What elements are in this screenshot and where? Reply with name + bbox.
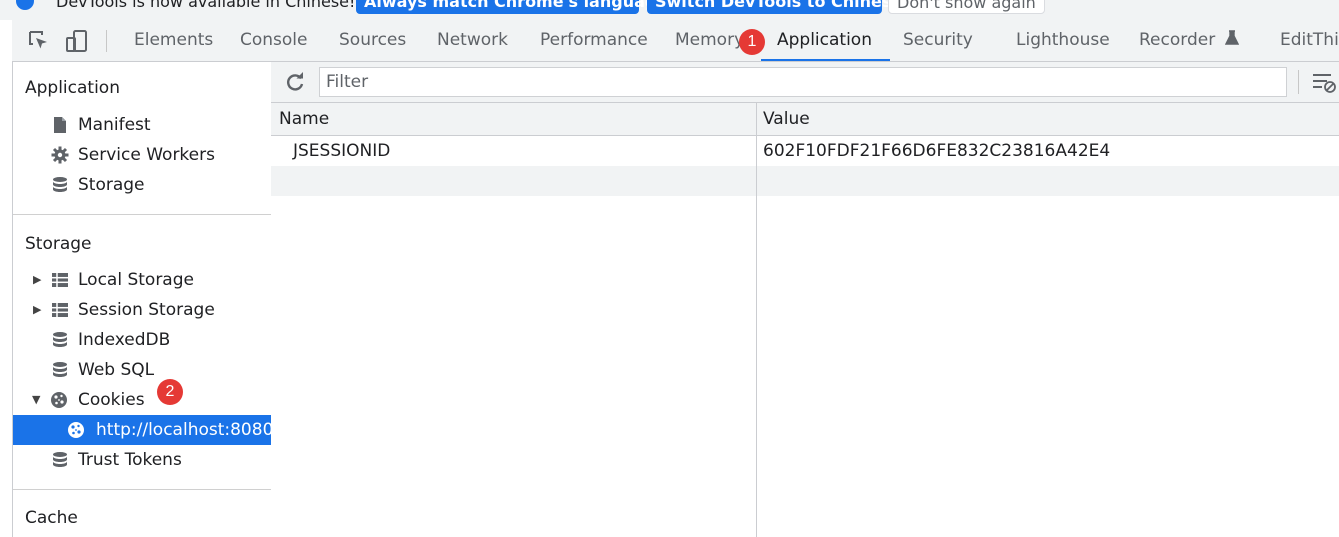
- sidebar-item-session-storage[interactable]: ▶ Session Storage: [13, 295, 271, 325]
- sidebar-section-storage: Storage: [25, 234, 92, 254]
- database-icon: [53, 332, 67, 347]
- annotation-badge-1: 1: [739, 29, 765, 55]
- cookies-table: Name Value JSESSIONID 602F10FDF21F66D6FE…: [271, 103, 1339, 537]
- tab-application[interactable]: Application: [761, 20, 890, 61]
- sidebar-section-cache: Cache: [25, 508, 78, 528]
- sidebar-item-indexeddb[interactable]: IndexedDB: [13, 325, 271, 355]
- tab-memory[interactable]: Memory: [675, 20, 744, 61]
- database-icon: [53, 452, 67, 467]
- cookie-value-cell: 602F10FDF21F66D6FE832C23816A42E4: [763, 141, 1111, 161]
- sidebar-item-label: Session Storage: [78, 300, 215, 320]
- tab-recorder[interactable]: Recorder: [1139, 20, 1239, 61]
- inspect-icon[interactable]: [26, 28, 52, 54]
- cookie-icon: [68, 422, 84, 438]
- column-header-name[interactable]: Name: [279, 103, 329, 135]
- table-row[interactable]: JSESSIONID 602F10FDF21F66D6FE832C23816A4…: [271, 136, 1339, 166]
- sidebar-item-trust-tokens[interactable]: Trust Tokens: [13, 445, 271, 475]
- cookie-name-cell: JSESSIONID: [293, 141, 391, 161]
- tab-editthis[interactable]: EditThis: [1280, 20, 1339, 61]
- file-icon: [54, 117, 66, 133]
- sidebar-item-label: http://localhost:8080: [96, 420, 274, 440]
- devtools-tab-bar: Elements Console Sources Network Perform…: [12, 20, 1339, 62]
- sidebar-item-service-workers[interactable]: Service Workers: [13, 140, 271, 170]
- tab-elements[interactable]: Elements: [134, 20, 213, 61]
- sidebar-item-label: Service Workers: [78, 145, 215, 165]
- tab-lighthouse[interactable]: Lighthouse: [1016, 20, 1110, 61]
- tab-recorder-label: Recorder: [1139, 30, 1216, 50]
- tab-sources[interactable]: Sources: [339, 20, 406, 61]
- database-icon: [53, 362, 67, 377]
- tab-security[interactable]: Security: [903, 20, 973, 61]
- sidebar-divider: [13, 214, 271, 215]
- cookies-panel: Name Value JSESSIONID 602F10FDF21F66D6FE…: [271, 62, 1339, 537]
- sidebar-divider: [13, 489, 271, 490]
- sidebar-item-label: IndexedDB: [78, 330, 171, 350]
- tab-console[interactable]: Console: [240, 20, 308, 61]
- filter-input[interactable]: [319, 67, 1287, 97]
- annotation-badge-2: 2: [157, 379, 183, 405]
- match-language-button[interactable]: Always match Chrome's language: [356, 0, 667, 14]
- sidebar-item-label: Local Storage: [78, 270, 194, 290]
- sidebar-item-label: Cookies: [78, 390, 145, 410]
- sidebar-item-web-sql[interactable]: Web SQL: [13, 355, 271, 385]
- language-banner: DevTools is now available in Chinese! Al…: [0, 0, 1339, 20]
- flask-icon: [1224, 30, 1239, 45]
- sidebar-item-label: Trust Tokens: [78, 450, 182, 470]
- toolbar-separator: [106, 30, 107, 52]
- database-icon: [53, 177, 67, 192]
- gear-icon: [51, 146, 69, 164]
- refresh-icon[interactable]: [284, 71, 306, 93]
- tab-performance[interactable]: Performance: [540, 20, 648, 61]
- sidebar-section-application: Application: [25, 78, 120, 98]
- switch-to-chinese-button[interactable]: Switch DevTools to Chinese: [647, 0, 902, 14]
- cookie-icon: [51, 392, 67, 408]
- banner-message: DevTools is now available in Chinese!: [56, 0, 356, 11]
- dont-show-again-button[interactable]: Don't show again: [888, 0, 1045, 14]
- triangle-right-icon[interactable]: ▶: [33, 265, 41, 295]
- triangle-down-icon[interactable]: ▼: [32, 385, 40, 415]
- table-header: Name Value: [271, 103, 1339, 136]
- device-toggle-icon[interactable]: [64, 28, 90, 54]
- sidebar-item-cookie-origin[interactable]: http://localhost:8080: [13, 415, 274, 445]
- table-grid-icon: [52, 303, 68, 317]
- sidebar-item-storage[interactable]: Storage: [13, 170, 271, 200]
- sidebar-item-local-storage[interactable]: ▶ Local Storage: [13, 265, 271, 295]
- info-icon: [16, 0, 34, 10]
- application-sidebar: Application Manifest Service Workers Sto…: [12, 62, 274, 537]
- column-divider: [756, 103, 757, 537]
- tab-network[interactable]: Network: [437, 20, 508, 61]
- sidebar-item-label: Manifest: [78, 115, 151, 135]
- sidebar-item-label: Web SQL: [78, 360, 155, 380]
- triangle-right-icon[interactable]: ▶: [33, 295, 41, 325]
- clear-filter-icon[interactable]: [1311, 70, 1337, 94]
- cookies-toolbar: [271, 62, 1339, 103]
- table-row-empty[interactable]: [271, 166, 1339, 196]
- column-header-value[interactable]: Value: [763, 103, 810, 135]
- toolbar-separator: [1298, 70, 1299, 94]
- sidebar-item-manifest[interactable]: Manifest: [13, 110, 271, 140]
- table-grid-icon: [52, 273, 68, 287]
- sidebar-item-label: Storage: [78, 175, 145, 195]
- sidebar-item-cookies[interactable]: ▼ Cookies: [13, 385, 271, 415]
